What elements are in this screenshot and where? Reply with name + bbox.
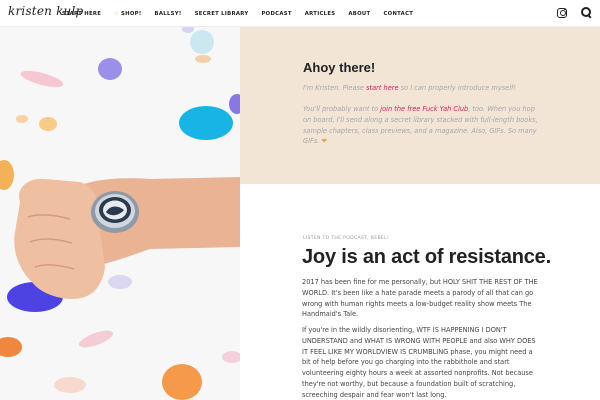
nav-about[interactable]: ABOUT [348,11,370,17]
post-excerpt: LISTEN TO THE PODCAST, REBEL! Joy is an … [240,184,600,400]
post-paragraph-1: 2017 has been fine for me personally, bu… [302,278,538,319]
nav-secret-library[interactable]: SECRET LIBRARY [195,11,249,17]
search-icon[interactable] [581,7,592,18]
post-kicker[interactable]: LISTEN TO THE PODCAST, REBEL! [303,236,389,241]
nav-podcast[interactable]: PODCAST [261,11,291,17]
hero-photo [0,27,240,400]
welcome-intro-before: I'm Kristen. Please [303,84,367,92]
welcome-title: Ahoy there! [303,60,376,75]
nav-shop-label: SHOP! [120,10,142,17]
nav-start-here[interactable]: START HERE [62,11,101,17]
welcome-club-before: You'll probably want to [303,105,381,113]
nav-contact[interactable]: CONTACT [383,11,413,17]
welcome-panel: Ahoy there! I'm Kristen. Please start he… [240,27,600,184]
nav-articles[interactable]: ARTICLES [305,11,336,17]
instagram-icon[interactable] [557,7,567,18]
nav-icons [557,7,592,18]
star-icon: ☆ [114,10,119,17]
nav-shop[interactable]: ☆ SHOP! [114,11,141,17]
post-title[interactable]: Joy is an act of resistance. [302,246,551,269]
join-club-link[interactable]: join the free Fuck Yah Club [380,105,468,113]
hero-illustration [0,27,240,400]
main-menu: START HERE ☆ SHOP! BALLSY! SECRET LIBRARY… [62,0,413,27]
welcome-intro-after: so I can properly introduce myself! [398,84,517,92]
start-here-link[interactable]: start here [366,84,398,92]
heart-icon: ❤ [321,137,328,146]
top-nav: kristen kulp START HERE ☆ SHOP! BALLSY! S… [0,0,600,27]
nav-ballsy[interactable]: BALLSY! [155,11,182,17]
welcome-intro: I'm Kristen. Please start here so I can … [303,83,543,94]
welcome-club-text: You'll probably want to join the free Fu… [303,104,543,147]
post-paragraph-2: If you're in the wildly disorienting, WT… [302,326,536,399]
